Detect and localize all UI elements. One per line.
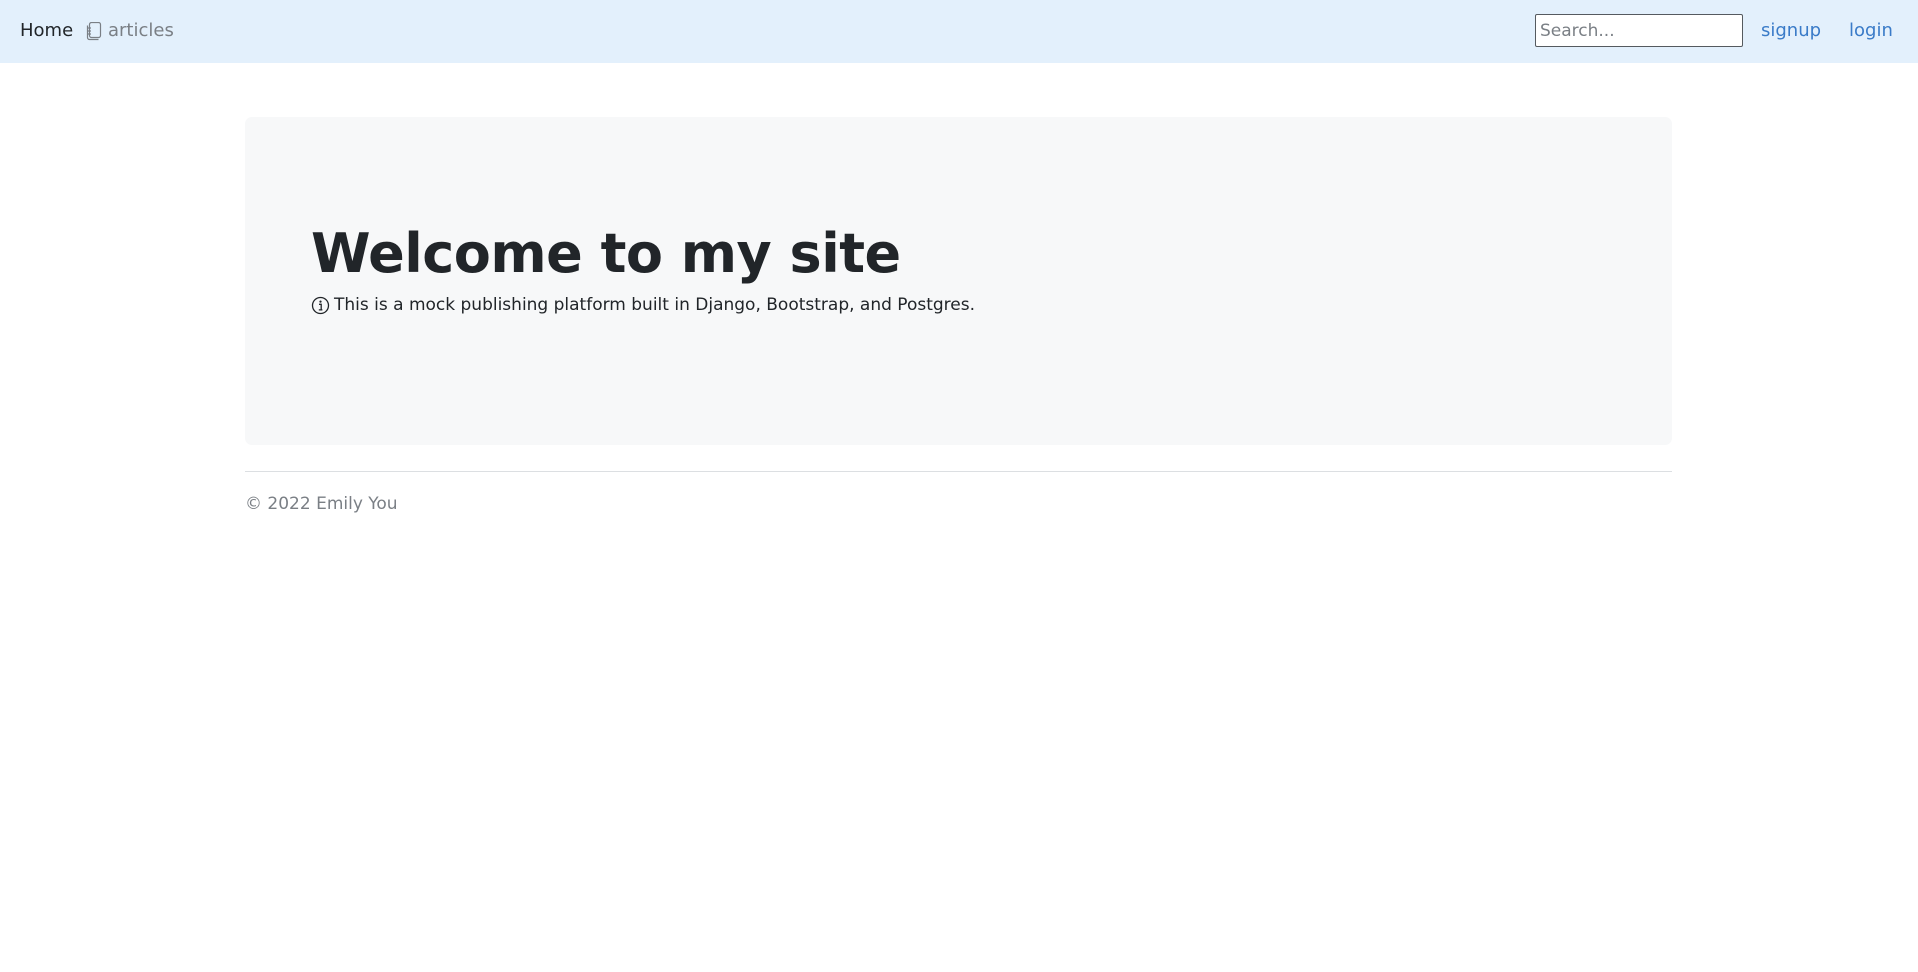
navbar: Home articles signup login (0, 0, 1918, 63)
info-circle-icon (311, 296, 330, 315)
nav-articles-label: articles (108, 20, 174, 41)
login-link[interactable]: login (1849, 20, 1893, 42)
nav-home-link[interactable]: Home (20, 20, 73, 42)
footer-divider (245, 471, 1672, 472)
signup-link[interactable]: signup (1761, 20, 1821, 42)
footer-copyright: © 2022 Emily You (245, 494, 398, 514)
hero-description-text: This is a mock publishing platform built… (334, 295, 975, 315)
hero-description: This is a mock publishing platform built… (311, 294, 975, 316)
nav-articles-link[interactable]: articles (85, 20, 174, 42)
journals-icon (85, 21, 102, 41)
page-title: Welcome to my site (311, 222, 901, 285)
hero-jumbotron: Welcome to my site This is a mock publis… (245, 117, 1672, 445)
search-input[interactable] (1535, 14, 1743, 47)
